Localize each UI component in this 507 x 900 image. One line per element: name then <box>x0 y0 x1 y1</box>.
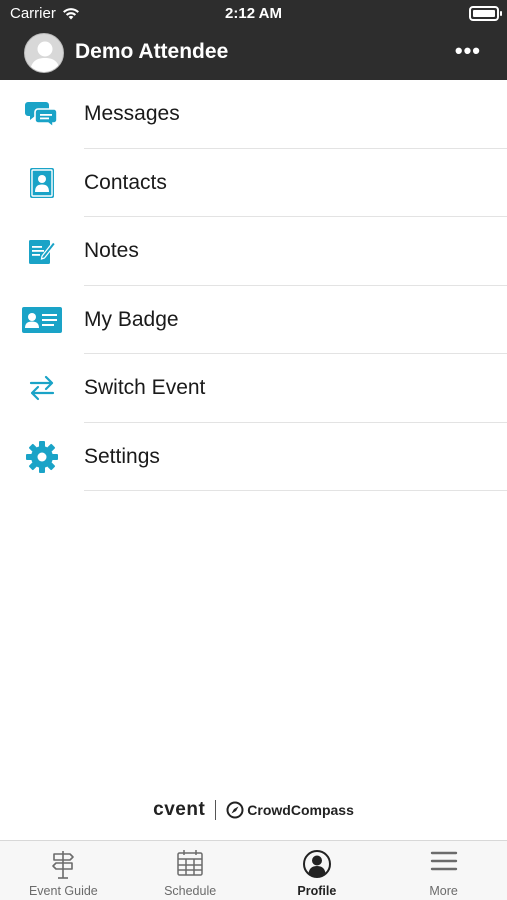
tab-more[interactable]: More <box>380 841 507 900</box>
tab-label: Profile <box>297 884 337 898</box>
menu-item-settings[interactable]: Settings <box>0 423 507 491</box>
menu-item-label: Messages <box>84 102 180 125</box>
tab-label: More <box>429 884 458 898</box>
menu-item-label: Settings <box>84 444 160 468</box>
brand-separator <box>215 800 217 820</box>
menu-item-label: Contacts <box>84 170 167 194</box>
divider <box>84 490 507 491</box>
hamburger-icon <box>380 849 507 879</box>
profile-header: Demo Attendee ••• <box>0 28 507 80</box>
avatar[interactable] <box>24 33 64 73</box>
tab-label: Event Guide <box>28 884 98 898</box>
tab-schedule[interactable]: Schedule <box>127 841 254 900</box>
menu-item-contacts[interactable]: Contacts <box>0 149 507 217</box>
swap-arrows-icon <box>20 368 64 408</box>
battery-icon <box>469 6 502 21</box>
menu-item-label: My Badge <box>84 307 179 331</box>
menu-item-notes[interactable]: Notes <box>0 217 507 286</box>
profile-menu: Messages Contacts Notes My Badge Switch … <box>0 80 507 491</box>
gear-icon <box>20 437 64 477</box>
tab-event-guide[interactable]: Event Guide <box>0 841 127 900</box>
compass-icon <box>226 801 244 819</box>
user-name: Demo Attendee <box>75 40 229 63</box>
address-book-icon <box>20 163 64 203</box>
tab-label: Schedule <box>164 884 217 898</box>
notepad-icon <box>20 231 64 271</box>
status-time: 2:12 AM <box>225 5 282 22</box>
menu-item-my-badge[interactable]: My Badge <box>0 286 507 354</box>
id-card-icon <box>20 300 64 340</box>
menu-item-label: Switch Event <box>84 376 206 399</box>
tab-bar: Event Guide Schedule Profile More <box>0 840 507 900</box>
crowdcompass-logo: CrowdCompass <box>226 801 354 819</box>
menu-item-label: Notes <box>84 239 139 262</box>
calendar-icon <box>127 849 254 879</box>
tab-profile[interactable]: Profile <box>254 841 381 900</box>
chat-bubbles-icon <box>20 94 64 134</box>
status-bar: Carrier 2:12 AM <box>0 0 507 28</box>
menu-item-messages[interactable]: Messages <box>0 80 507 149</box>
cvent-logo: cvent <box>153 799 206 820</box>
crowdcompass-label: CrowdCompass <box>247 802 354 818</box>
profile-icon <box>254 849 381 879</box>
branding-footer: cvent CrowdCompass <box>0 796 507 824</box>
signpost-icon <box>0 849 127 879</box>
person-silhouette-icon <box>30 41 60 72</box>
more-options-icon[interactable]: ••• <box>455 38 481 64</box>
menu-item-switch-event[interactable]: Switch Event <box>0 354 507 423</box>
